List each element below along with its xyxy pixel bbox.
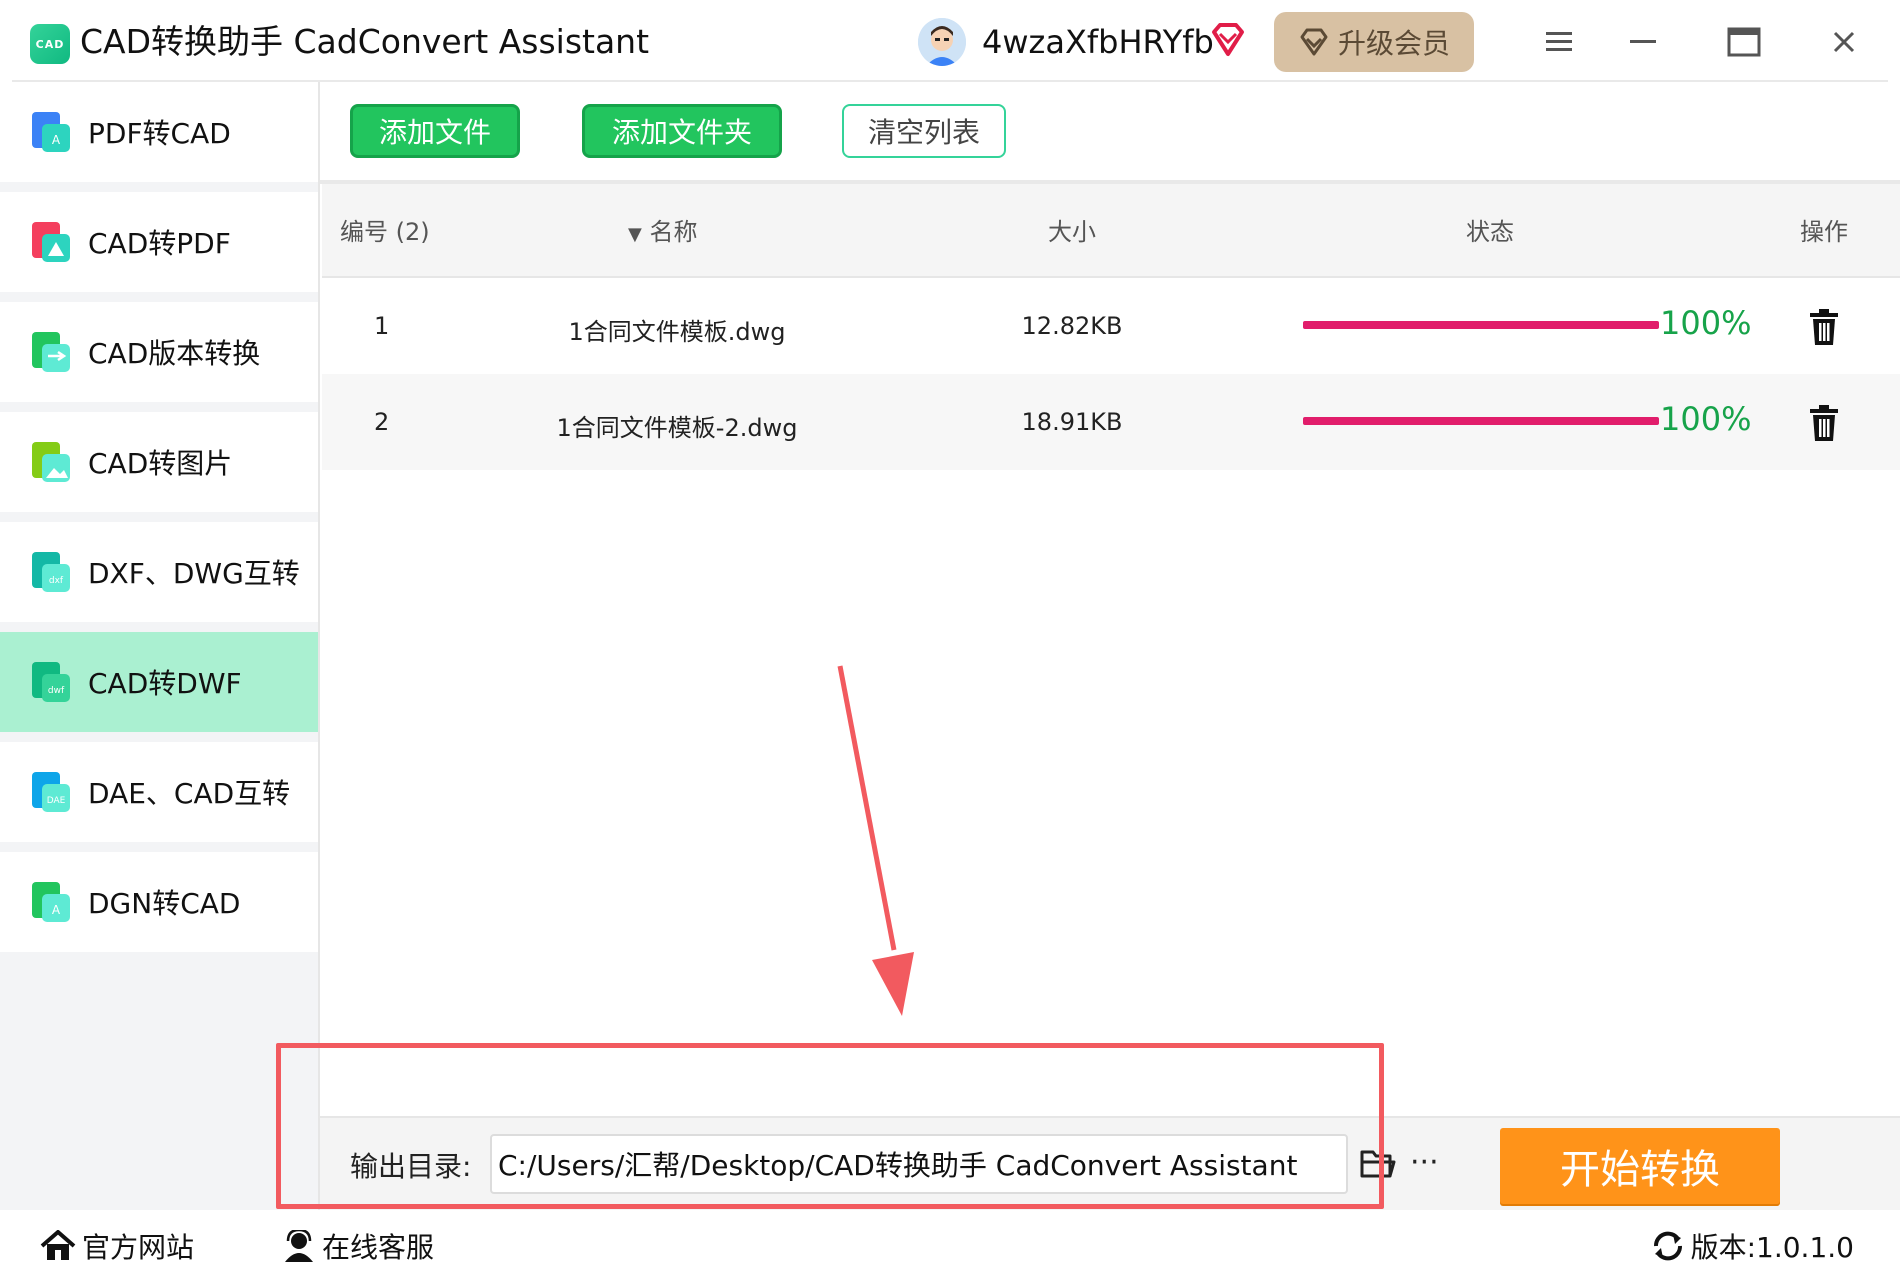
sidebar-item-label: CAD版本转换 bbox=[88, 337, 261, 370]
title-bar: CAD CAD转换助手 CadConvert Assistant 4wzaXfb… bbox=[0, 0, 1900, 82]
online-support-link[interactable]: 在线客服 bbox=[282, 1226, 434, 1266]
row-number: 2 bbox=[374, 408, 390, 436]
cad-to-pdf-icon bbox=[32, 222, 70, 262]
start-convert-button[interactable]: 开始转换 bbox=[1500, 1128, 1780, 1204]
menu-button[interactable] bbox=[1538, 20, 1582, 64]
app-logo: CAD bbox=[30, 24, 70, 64]
sidebar-item-cad-to-pdf[interactable]: CAD转PDF bbox=[0, 192, 318, 292]
close-button[interactable] bbox=[1822, 20, 1866, 64]
row-file-name: 1合同文件模板.dwg bbox=[568, 318, 786, 346]
svg-text:DAE: DAE bbox=[47, 796, 66, 806]
dae-cad-icon: DAE bbox=[32, 772, 70, 812]
sidebar-item-label: CAD转图片 bbox=[88, 447, 233, 480]
sidebar-item-label: CAD转DWF bbox=[88, 667, 242, 700]
file-table-header: 编号 (2) ▼ 名称 大小 状态 操作 bbox=[322, 184, 1900, 278]
open-folder-icon[interactable] bbox=[1360, 1148, 1396, 1180]
cad-to-image-icon bbox=[32, 442, 70, 482]
progress-percent: 100% bbox=[1660, 400, 1752, 438]
row-number: 1 bbox=[374, 312, 390, 340]
online-support-label: 在线客服 bbox=[322, 1231, 435, 1264]
svg-text:A: A bbox=[52, 903, 61, 917]
header-action: 操作 bbox=[1800, 218, 1848, 246]
annotation-arrow bbox=[837, 665, 914, 1016]
svg-text:dwf: dwf bbox=[48, 686, 65, 696]
add-folder-button[interactable]: 添加文件夹 bbox=[582, 104, 782, 158]
header-size: 大小 bbox=[1048, 218, 1096, 246]
add-file-button[interactable]: 添加文件 bbox=[350, 104, 520, 158]
username[interactable]: 4wzaXfbHRYfb bbox=[982, 20, 1214, 64]
svg-text:dxf: dxf bbox=[49, 576, 64, 586]
header-status: 状态 bbox=[1466, 218, 1514, 246]
header-name-label: 名称 bbox=[649, 218, 698, 246]
close-icon bbox=[1833, 31, 1855, 53]
maximize-button[interactable] bbox=[1722, 20, 1766, 64]
footer: 官方网站 在线客服 版本:1.0.1.0 bbox=[0, 1210, 1900, 1280]
upgrade-vip-button[interactable]: 升级会员 bbox=[1274, 12, 1474, 72]
home-icon bbox=[40, 1230, 76, 1260]
version-label: 版本:1.0.1.0 bbox=[1690, 1231, 1854, 1264]
minimize-icon bbox=[1630, 40, 1656, 43]
sidebar-item-cad-to-dwf[interactable]: dwf CAD转DWF bbox=[0, 632, 318, 732]
cad-version-icon bbox=[32, 332, 70, 372]
output-path-input[interactable] bbox=[490, 1134, 1348, 1194]
dgn-to-cad-icon: A bbox=[32, 882, 70, 922]
table-row[interactable]: 1 1合同文件模板.dwg 12.82KB 100% bbox=[322, 278, 1900, 374]
customer-service-icon bbox=[285, 1230, 313, 1262]
sidebar: A PDF转CAD CAD转PDF CAD版本转换 CAD转图片 dxf DXF… bbox=[0, 82, 320, 1210]
upgrade-label: 升级会员 bbox=[1337, 27, 1450, 60]
official-website-link[interactable]: 官方网站 bbox=[40, 1226, 194, 1266]
sidebar-item-label: CAD转PDF bbox=[88, 227, 231, 260]
sidebar-item-label: PDF转CAD bbox=[88, 117, 231, 150]
avatar-icon bbox=[918, 18, 966, 66]
sidebar-item-dxf-dwg[interactable]: dxf DXF、DWG互转 bbox=[0, 522, 318, 622]
header-name[interactable]: ▼ 名称 bbox=[628, 212, 697, 247]
version-info: 版本:1.0.1.0 bbox=[1651, 1226, 1854, 1266]
sidebar-item-dae-cad[interactable]: DAE DAE、CAD互转 bbox=[0, 742, 318, 842]
sidebar-item-cad-version[interactable]: CAD版本转换 bbox=[0, 302, 318, 402]
sidebar-item-dgn-to-cad[interactable]: A DGN转CAD bbox=[0, 852, 318, 952]
row-file-size: 12.82KB bbox=[1021, 312, 1123, 340]
output-dir-label: 输出目录: bbox=[350, 1150, 472, 1183]
sidebar-item-label: DAE、CAD互转 bbox=[88, 777, 291, 810]
vip-diamond-icon bbox=[1212, 23, 1244, 56]
row-file-name: 1合同文件模板-2.dwg bbox=[556, 414, 798, 442]
sort-desc-icon: ▼ bbox=[628, 224, 642, 245]
pdf-to-cad-icon: A bbox=[32, 112, 70, 152]
progress-percent: 100% bbox=[1660, 304, 1752, 342]
more-options-icon[interactable]: ··· bbox=[1410, 1148, 1446, 1180]
delete-icon[interactable] bbox=[1808, 308, 1840, 346]
clear-list-button[interactable]: 清空列表 bbox=[842, 104, 1006, 158]
maximize-icon bbox=[1727, 27, 1761, 57]
progress-bar bbox=[1303, 321, 1659, 329]
progress-bar bbox=[1303, 417, 1659, 425]
user-avatar[interactable] bbox=[918, 18, 966, 66]
row-file-size: 18.91KB bbox=[1021, 408, 1123, 436]
toolbar: 添加文件 添加文件夹 清空列表 bbox=[320, 82, 1900, 182]
hamburger-menu-icon bbox=[1546, 32, 1572, 51]
window-title: CAD转换助手 CadConvert Assistant bbox=[80, 22, 650, 61]
table-row[interactable]: 2 1合同文件模板-2.dwg 18.91KB 100% bbox=[322, 374, 1900, 470]
cad-to-dwf-icon: dwf bbox=[32, 662, 70, 702]
sidebar-item-pdf-to-cad[interactable]: A PDF转CAD bbox=[0, 82, 318, 182]
header-number: 编号 (2) bbox=[340, 218, 430, 246]
official-website-label: 官方网站 bbox=[82, 1231, 195, 1264]
minimize-button[interactable] bbox=[1622, 20, 1666, 64]
diamond-icon bbox=[1300, 28, 1328, 56]
dxf-dwg-icon: dxf bbox=[32, 552, 70, 592]
refresh-icon bbox=[1653, 1231, 1682, 1261]
sidebar-item-label: DGN转CAD bbox=[88, 887, 241, 920]
sidebar-item-label: DXF、DWG互转 bbox=[88, 557, 300, 590]
delete-icon[interactable] bbox=[1808, 404, 1840, 442]
svg-text:A: A bbox=[52, 133, 61, 147]
sidebar-item-cad-to-image[interactable]: CAD转图片 bbox=[0, 412, 318, 512]
